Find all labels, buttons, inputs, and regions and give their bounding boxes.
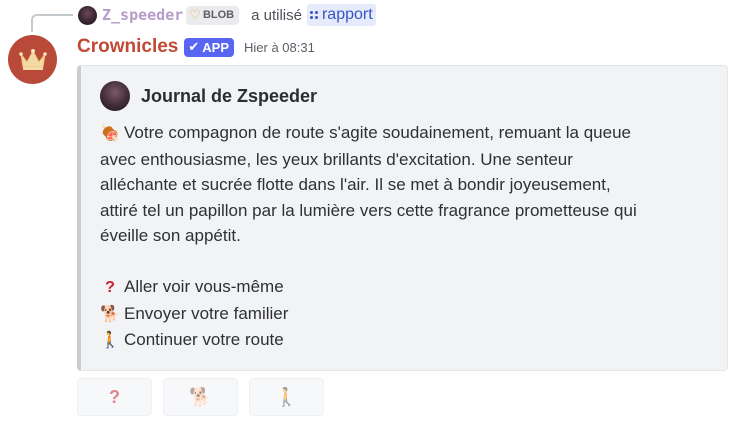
action-button-row: ? 🐕 🚶: [77, 378, 324, 416]
option-line: 🚶 Continuer votre route: [100, 327, 710, 354]
bot-avatar[interactable]: [8, 35, 57, 84]
option-label: Aller voir vous-même: [124, 277, 284, 296]
option-line: 🐕 Envoyer votre familier: [100, 301, 710, 328]
message-header: Crownicles ✔ APP Hier à 08:31: [77, 35, 315, 59]
option-button-send-pet[interactable]: 🐕: [163, 378, 238, 416]
option-line: ? Aller voir vous-même: [100, 274, 710, 301]
checkmark-icon: ✔: [188, 39, 200, 54]
reply-connector: [31, 14, 73, 32]
option-button-continue[interactable]: 🚶: [249, 378, 324, 416]
embed-author-avatar: [100, 81, 130, 111]
embed-description: 🍖 Votre compagnon de route s'agite soudai…: [100, 120, 710, 354]
embed-author-name: Journal de Zspeeder: [141, 85, 318, 106]
server-tag-label: BLOB: [202, 9, 235, 21]
crown-icon: [18, 48, 47, 70]
embed-card: Journal de Zspeeder 🍖 Votre compagnon de …: [77, 65, 728, 371]
app-badge: ✔ APP: [184, 37, 235, 57]
app-badge-label: APP: [202, 39, 230, 55]
replied-user-avatar[interactable]: [78, 5, 97, 25]
reply-verb: a utilisé: [251, 6, 302, 24]
meat-on-bone-icon: 🍖: [100, 125, 120, 142]
slash-command-mention[interactable]: rapport: [306, 4, 376, 26]
embed-author: Journal de Zspeeder: [100, 81, 317, 111]
person-walking-icon: 🚶: [100, 332, 120, 349]
question-mark-icon: ?: [109, 386, 120, 407]
bot-username[interactable]: Crownicles: [77, 36, 178, 58]
description-line: attiré tel un papillon par la lumière ve…: [100, 200, 637, 220]
option-label: Continuer votre route: [124, 330, 284, 349]
server-tag-badge[interactable]: ♡ BLOB: [186, 5, 240, 25]
description-line: 🍖 Votre compagnon de route s'agite soudai…: [100, 120, 710, 147]
service-dog-icon: 🐕: [100, 305, 120, 323]
description-line: éveille son appétit.: [100, 226, 241, 245]
description-line: alléchante et sucrée flotte dans l'air. …: [100, 175, 611, 194]
replied-username[interactable]: Z_speeder: [102, 6, 183, 24]
question-mark-icon: ?: [105, 279, 115, 296]
description-line: avec enthousiasme, les yeux brillants d'…: [100, 149, 573, 169]
heart-icon: ♡: [189, 7, 201, 22]
slash-command-icon: [309, 10, 319, 20]
message-timestamp[interactable]: Hier à 08:31: [244, 40, 315, 55]
service-dog-icon: 🐕: [189, 386, 212, 407]
person-walking-icon: 🚶: [275, 386, 298, 407]
chat-message: Z_speeder ♡ BLOB a utilisé rapport Crown…: [0, 0, 738, 421]
option-label: Envoyer votre familier: [124, 303, 289, 323]
slash-command-name: rapport: [321, 6, 373, 23]
reply-reference[interactable]: Z_speeder ♡ BLOB a utilisé rapport: [78, 4, 376, 26]
option-button-look[interactable]: ?: [77, 378, 152, 416]
